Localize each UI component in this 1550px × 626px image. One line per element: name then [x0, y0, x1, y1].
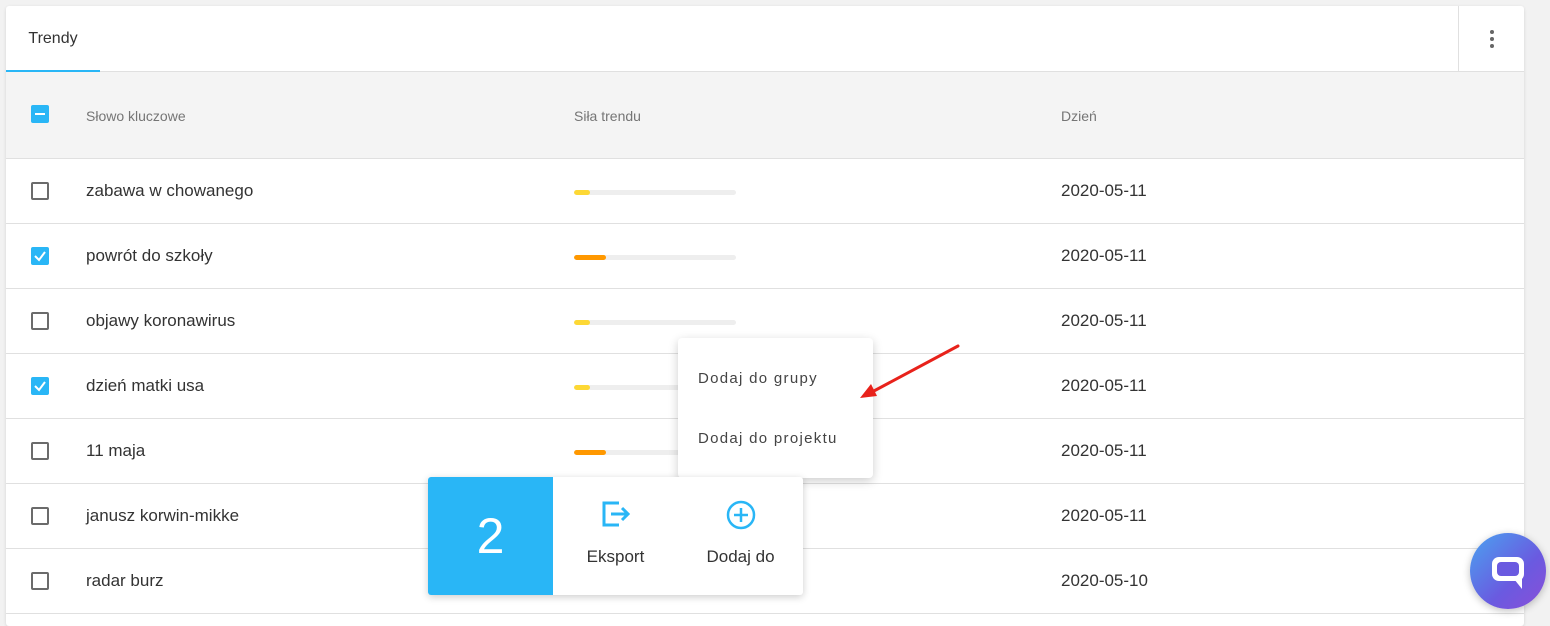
- add-circle-icon: [726, 500, 755, 530]
- table-row[interactable]: zabawa w chowanego 2020-05-11: [6, 159, 1524, 224]
- export-icon: [602, 501, 630, 527]
- keyword-cell: objawy koronawirus: [86, 311, 236, 330]
- row-checkbox[interactable]: [31, 572, 49, 590]
- keyword-cell: radar burz: [86, 571, 164, 590]
- add-to-menu: Dodaj do grupy Dodaj do projektu: [678, 338, 873, 478]
- trend-strength-bar: [574, 255, 736, 260]
- chat-bubble-icon: [1492, 557, 1524, 589]
- bulk-action-bar: 2 Eksport Dodaj do: [428, 477, 803, 595]
- tab-bar: Trendy: [6, 6, 1524, 73]
- column-header-day[interactable]: Dzień: [1061, 72, 1097, 159]
- keyword-cell: zabawa w chowanego: [86, 181, 254, 200]
- trend-strength-fill: [574, 450, 607, 455]
- tab-label: Trendy: [28, 30, 78, 47]
- keyword-cell: powrót do szkoły: [86, 246, 213, 265]
- keyword-cell: 11 maja: [86, 441, 146, 460]
- trend-strength-bar: [574, 190, 736, 195]
- trend-strength-fill: [574, 385, 591, 390]
- day-cell: 2020-05-11: [1061, 376, 1147, 395]
- table-header: Słowo kluczowe Siła trendu Dzień: [6, 72, 1524, 159]
- export-button[interactable]: Eksport: [553, 477, 678, 595]
- export-label: Eksport: [586, 547, 645, 566]
- trend-strength-fill: [574, 320, 591, 325]
- day-cell: 2020-05-11: [1061, 311, 1147, 330]
- trend-strength-fill: [574, 190, 591, 195]
- more-vert-icon: [1489, 30, 1494, 48]
- day-cell: 2020-05-11: [1061, 246, 1147, 265]
- selected-count: 2: [428, 477, 553, 595]
- trend-strength-bar: [574, 320, 736, 325]
- day-cell: 2020-05-11: [1061, 506, 1147, 525]
- keyword-cell: dzień matki usa: [86, 376, 205, 395]
- row-checkbox[interactable]: [31, 182, 49, 200]
- row-checkbox[interactable]: [31, 247, 49, 265]
- row-checkbox[interactable]: [31, 377, 49, 395]
- tab-trendy[interactable]: Trendy: [6, 6, 100, 73]
- day-cell: 2020-05-11: [1061, 441, 1147, 460]
- check-icon: [34, 381, 46, 392]
- row-checkbox[interactable]: [31, 312, 49, 330]
- chat-widget-button[interactable]: [1470, 533, 1546, 609]
- select-all-checkbox[interactable]: [31, 105, 49, 123]
- column-header-keyword[interactable]: Słowo kluczowe: [86, 72, 186, 159]
- keyword-cell: janusz korwin-mikke: [86, 506, 240, 525]
- day-cell: 2020-05-11: [1061, 181, 1147, 200]
- row-checkbox[interactable]: [31, 507, 49, 525]
- menu-item-add-to-project[interactable]: Dodaj do projektu: [678, 418, 873, 458]
- add-to-label: Dodaj do: [706, 547, 775, 566]
- more-options-button[interactable]: [1458, 6, 1524, 72]
- day-cell: 2020-05-10: [1061, 571, 1148, 590]
- trend-strength-fill: [574, 255, 607, 260]
- table-row[interactable]: powrót do szkoły 2020-05-11: [6, 224, 1524, 289]
- check-icon: [34, 251, 46, 262]
- menu-item-add-to-group[interactable]: Dodaj do grupy: [678, 358, 873, 398]
- add-to-button[interactable]: Dodaj do: [678, 477, 803, 595]
- row-checkbox[interactable]: [31, 442, 49, 460]
- column-header-strength[interactable]: Siła trendu: [574, 72, 641, 159]
